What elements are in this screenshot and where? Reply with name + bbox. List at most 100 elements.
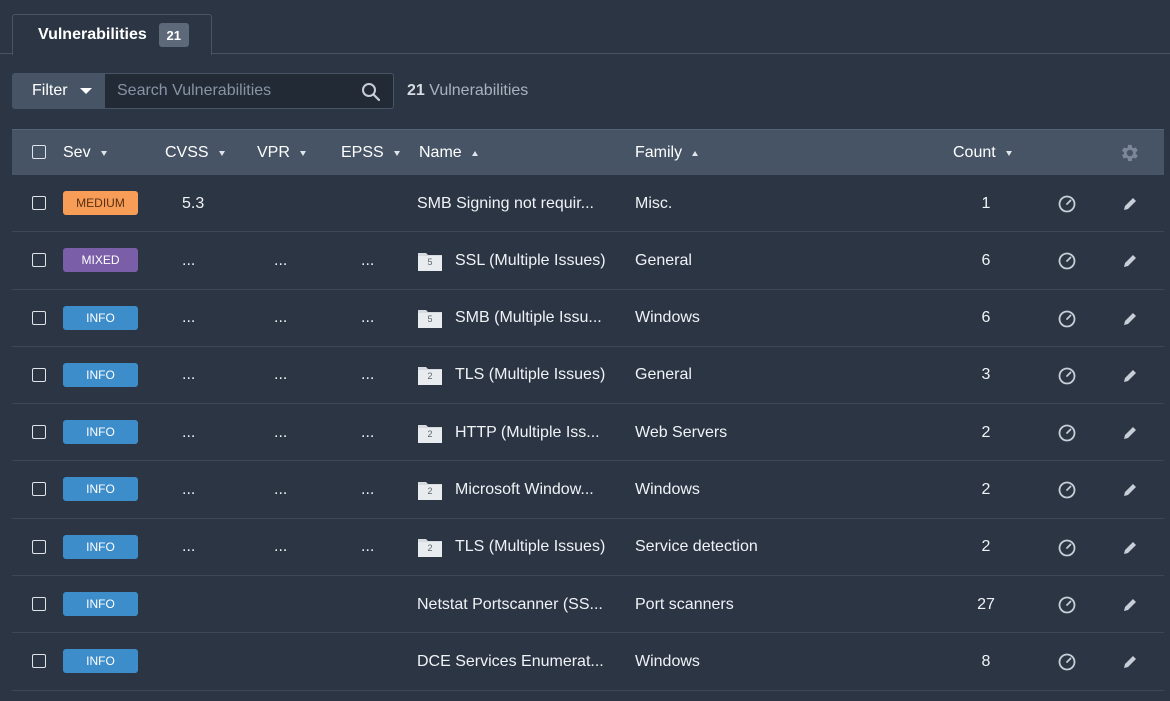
sort-down-icon bbox=[299, 150, 306, 156]
name-cell[interactable]: 2 Microsoft Window... bbox=[417, 461, 594, 518]
name-cell[interactable]: DCE Services Enumerat... bbox=[417, 633, 604, 690]
table-header: Sev CVSS VPR EPSS Name Family Count bbox=[12, 129, 1164, 175]
column-count[interactable]: Count bbox=[953, 130, 1012, 176]
column-epss[interactable]: EPSS bbox=[341, 130, 400, 176]
vulnerability-name: TLS (Multiple Issues) bbox=[455, 538, 606, 556]
caret-down-icon bbox=[79, 88, 92, 94]
edit-pencil-icon[interactable] bbox=[1120, 194, 1140, 214]
name-cell[interactable]: 2 HTTP (Multiple Iss... bbox=[417, 404, 600, 461]
severity-badge: INFO bbox=[63, 362, 138, 387]
count-cell: 2 bbox=[981, 538, 991, 556]
name-cell[interactable]: 5 SSL (Multiple Issues) bbox=[417, 232, 606, 289]
search-input[interactable] bbox=[105, 74, 355, 108]
group-count: 5 bbox=[427, 256, 433, 267]
name-cell[interactable]: 2 TLS (Multiple Issues) bbox=[417, 347, 605, 404]
column-name[interactable]: Name bbox=[419, 130, 478, 176]
severity-badge: INFO bbox=[63, 649, 138, 674]
severity-badge: INFO bbox=[63, 534, 138, 559]
column-cvss[interactable]: CVSS bbox=[165, 130, 225, 176]
table-row[interactable]: MIXED......... 5 SSL (Multiple Issues) Gene… bbox=[12, 232, 1164, 290]
edit-pencil-icon[interactable] bbox=[1120, 538, 1140, 558]
sort-up-icon bbox=[692, 150, 699, 156]
sort-up-icon bbox=[471, 150, 478, 156]
tab-vulnerabilities[interactable]: Vulnerabilities 21 bbox=[12, 14, 212, 55]
epss-cell: ... bbox=[361, 251, 375, 269]
result-count-number: 21 bbox=[407, 82, 425, 99]
snooze-clock-icon[interactable] bbox=[1057, 423, 1077, 443]
tab-label: Vulnerabilities bbox=[38, 26, 147, 43]
column-family[interactable]: Family bbox=[635, 130, 699, 176]
edit-pencil-icon[interactable] bbox=[1120, 251, 1140, 271]
count-cell: 6 bbox=[981, 309, 991, 327]
group-count: 2 bbox=[427, 371, 433, 382]
table-row[interactable]: INFO......... 2 TLS (Multiple Issues) Servi… bbox=[12, 519, 1164, 577]
row-checkbox[interactable] bbox=[32, 539, 46, 554]
epss-cell: ... bbox=[361, 538, 375, 556]
snooze-clock-icon[interactable] bbox=[1057, 480, 1077, 500]
name-cell[interactable]: 5 SMB (Multiple Issu... bbox=[417, 290, 602, 347]
cvss-cell: 5.3 bbox=[182, 194, 205, 212]
vulnerability-name: TLS (Multiple Issues) bbox=[455, 366, 606, 384]
row-checkbox[interactable] bbox=[32, 425, 46, 440]
filter-button[interactable]: Filter bbox=[12, 73, 105, 109]
snooze-clock-icon[interactable] bbox=[1057, 366, 1077, 386]
severity-badge: INFO bbox=[63, 592, 138, 617]
sort-down-icon bbox=[393, 150, 400, 156]
snooze-clock-icon[interactable] bbox=[1057, 538, 1077, 558]
vpr-cell: ... bbox=[274, 366, 288, 384]
column-sev[interactable]: Sev bbox=[63, 130, 107, 176]
vpr-cell: ... bbox=[274, 423, 288, 441]
count-cell: 8 bbox=[981, 652, 991, 670]
select-all-checkbox[interactable] bbox=[32, 145, 46, 159]
name-cell[interactable]: SMB Signing not requir... bbox=[417, 175, 594, 232]
sort-down-icon bbox=[100, 150, 107, 156]
severity-badge: INFO bbox=[63, 477, 138, 502]
name-cell[interactable]: 2 TLS (Multiple Issues) bbox=[417, 519, 605, 576]
table-row[interactable]: INFO Netstat Portscanner (SS... Port scann… bbox=[12, 576, 1164, 634]
row-checkbox[interactable] bbox=[32, 654, 46, 669]
result-count: 21 Vulnerabilities bbox=[407, 82, 528, 100]
search-box bbox=[105, 73, 394, 109]
table-row[interactable]: INFO......... 2 HTTP (Multiple Iss... Web S… bbox=[12, 404, 1164, 462]
folder-icon: 2 bbox=[417, 536, 443, 558]
family-cell: Windows bbox=[635, 480, 700, 498]
row-checkbox[interactable] bbox=[32, 597, 46, 612]
snooze-clock-icon[interactable] bbox=[1057, 652, 1077, 672]
table-row[interactable]: INFO......... 5 SMB (Multiple Issu... Windo… bbox=[12, 290, 1164, 347]
row-checkbox[interactable] bbox=[32, 367, 46, 382]
table-row[interactable]: INFO......... 2 Microsoft Window... Windows… bbox=[12, 461, 1164, 519]
edit-pencil-icon[interactable] bbox=[1120, 309, 1140, 329]
vulnerability-name: SMB Signing not requir... bbox=[417, 194, 594, 212]
snooze-clock-icon[interactable] bbox=[1057, 194, 1077, 214]
snooze-clock-icon[interactable] bbox=[1057, 595, 1077, 615]
gear-icon[interactable] bbox=[1118, 142, 1140, 164]
family-cell: Windows bbox=[635, 309, 700, 327]
table-row[interactable]: MEDIUM 5.3 SMB Signing not requir... Misc. 1 bbox=[12, 175, 1164, 233]
edit-pencil-icon[interactable] bbox=[1120, 652, 1140, 672]
vulnerabilities-table: Sev CVSS VPR EPSS Name Family Count MEDI… bbox=[12, 129, 1164, 691]
snooze-clock-icon[interactable] bbox=[1057, 251, 1077, 271]
sort-down-icon bbox=[218, 150, 225, 156]
table-row[interactable]: INFO......... 2 TLS (Multiple Issues) Gener… bbox=[12, 347, 1164, 405]
row-checkbox[interactable] bbox=[32, 482, 46, 497]
column-vpr[interactable]: VPR bbox=[257, 130, 306, 176]
row-checkbox[interactable] bbox=[32, 310, 46, 325]
table-row[interactable]: INFO DCE Services Enumerat... Windows 8 bbox=[12, 633, 1164, 691]
column-vpr-label: VPR bbox=[257, 144, 290, 161]
group-count: 2 bbox=[427, 428, 433, 439]
edit-pencil-icon[interactable] bbox=[1120, 480, 1140, 500]
edit-pencil-icon[interactable] bbox=[1120, 423, 1140, 443]
snooze-clock-icon[interactable] bbox=[1057, 309, 1077, 329]
row-checkbox[interactable] bbox=[32, 253, 46, 268]
folder-icon: 5 bbox=[417, 307, 443, 329]
severity-badge: MEDIUM bbox=[63, 191, 138, 215]
row-checkbox[interactable] bbox=[32, 196, 46, 210]
column-sev-label: Sev bbox=[63, 144, 91, 161]
edit-pencil-icon[interactable] bbox=[1120, 366, 1140, 386]
vulnerability-name: Netstat Portscanner (SS... bbox=[417, 595, 603, 613]
name-cell[interactable]: Netstat Portscanner (SS... bbox=[417, 576, 603, 633]
search-icon[interactable] bbox=[361, 82, 381, 102]
cvss-cell: ... bbox=[182, 538, 196, 556]
edit-pencil-icon[interactable] bbox=[1120, 595, 1140, 615]
epss-cell: ... bbox=[361, 309, 375, 327]
